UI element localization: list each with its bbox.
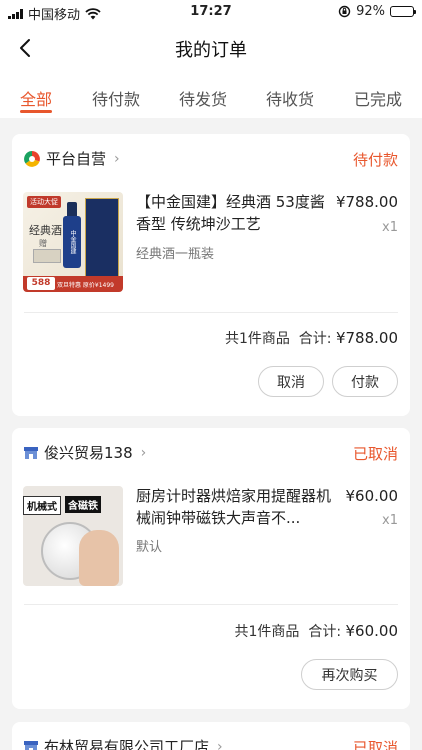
order-total: ¥60.00 — [345, 622, 399, 640]
pay-button[interactable]: 付款 — [332, 366, 398, 397]
status-bar: 中国移动 17:27 92% — [0, 0, 422, 24]
product-thumbnail[interactable]: 活动大促 经典酒 赠 中金国建 588 双旦特惠 原价¥1499 — [23, 192, 123, 292]
tab-pending-shipment[interactable]: 待发货 — [179, 86, 227, 110]
item-count: 共1件商品 — [234, 624, 300, 640]
thumb-price: 588 — [27, 277, 55, 290]
store-icon — [24, 740, 38, 750]
thumb-footer: 双旦特惠 原价¥1499 — [57, 282, 114, 289]
chevron-right-icon: › — [114, 150, 120, 167]
hand-image — [79, 530, 119, 586]
tab-pending-receipt[interactable]: 待收货 — [266, 86, 314, 110]
tab-completed[interactable]: 已完成 — [354, 86, 402, 110]
shop-link[interactable]: 平台自营 › — [24, 148, 120, 169]
product-name[interactable]: 【中金国建】经典酒 53度酱香型 传统坤沙工艺 — [136, 191, 336, 235]
orientation-lock-icon — [338, 5, 351, 18]
order-status: 已取消 — [352, 739, 398, 750]
cancel-button[interactable]: 取消 — [258, 366, 324, 397]
shop-name: 平台自营 — [46, 150, 107, 168]
order-summary: 共1件商品 合计: ¥788.00 — [225, 328, 398, 348]
product-spec: 经典酒一瓶装 — [136, 247, 215, 262]
divider — [24, 604, 398, 605]
order-summary: 共1件商品 合计: ¥60.00 — [235, 621, 399, 641]
order-total: ¥788.00 — [335, 329, 398, 347]
product-quantity: x1 — [382, 513, 398, 528]
item-count: 共1件商品 — [224, 331, 290, 347]
store-icon — [24, 446, 38, 459]
platform-logo-icon — [24, 150, 40, 167]
total-label: 合计: — [298, 331, 332, 347]
order-tabs: 全部 待付款 待发货 待收货 已完成 — [0, 72, 422, 118]
thumb-tag-magnet: 含磁铁 — [65, 496, 101, 513]
product-name[interactable]: 厨房计时器烘焙家用提醒器机械闹钟带磁铁大声音不... — [136, 485, 336, 529]
chevron-right-icon: › — [140, 444, 147, 461]
battery-icon — [390, 6, 416, 17]
order-status: 已取消 — [352, 445, 398, 463]
product-quantity: x1 — [382, 220, 398, 235]
product-price: ¥60.00 — [345, 487, 399, 505]
battery-percent: 92% — [356, 4, 385, 19]
shop-name: 俊兴贸易138 — [44, 444, 133, 462]
tab-pending-payment[interactable]: 待付款 — [92, 86, 140, 110]
bottle-label: 中金国建 — [63, 216, 81, 268]
shop-link[interactable]: 布林贸易有限公司工厂店 › — [24, 736, 223, 750]
tab-all[interactable]: 全部 — [20, 86, 52, 110]
product-thumbnail[interactable]: 机械式 含磁铁 — [23, 486, 123, 586]
shop-name: 布林贸易有限公司工厂店 — [44, 738, 210, 750]
page-title: 我的订单 — [175, 40, 247, 61]
order-card: 俊兴贸易138 › 已取消 机械式 含磁铁 厨房计时器烘焙家用提醒器机械闹钟带磁… — [12, 428, 410, 709]
shop-link[interactable]: 俊兴贸易138 › — [24, 442, 146, 463]
promo-badge: 活动大促 — [27, 196, 61, 208]
total-label: 合计: — [308, 624, 342, 640]
order-card: 平台自营 › 待付款 活动大促 经典酒 赠 中金国建 588 双旦特惠 原价¥1… — [12, 134, 410, 416]
gift-glasses-image — [33, 249, 61, 263]
buy-again-button[interactable]: 再次购买 — [301, 659, 398, 690]
tab-active-indicator — [20, 110, 52, 113]
gift-box-image — [85, 198, 119, 278]
bottle-neck — [67, 202, 77, 216]
chevron-right-icon: › — [217, 738, 223, 750]
thumb-title: 经典酒 — [29, 224, 62, 237]
nav-bar: 我的订单 — [0, 24, 422, 72]
divider — [24, 312, 398, 313]
product-spec: 默认 — [136, 540, 163, 555]
order-status: 待付款 — [352, 151, 398, 169]
order-card: 布林贸易有限公司工厂店 › 已取消 — [12, 722, 410, 750]
thumb-tag-mechanical: 机械式 — [23, 496, 61, 515]
product-price: ¥788.00 — [335, 193, 398, 211]
status-right: 92% — [338, 4, 416, 19]
thumb-sub: 赠 — [39, 239, 47, 248]
